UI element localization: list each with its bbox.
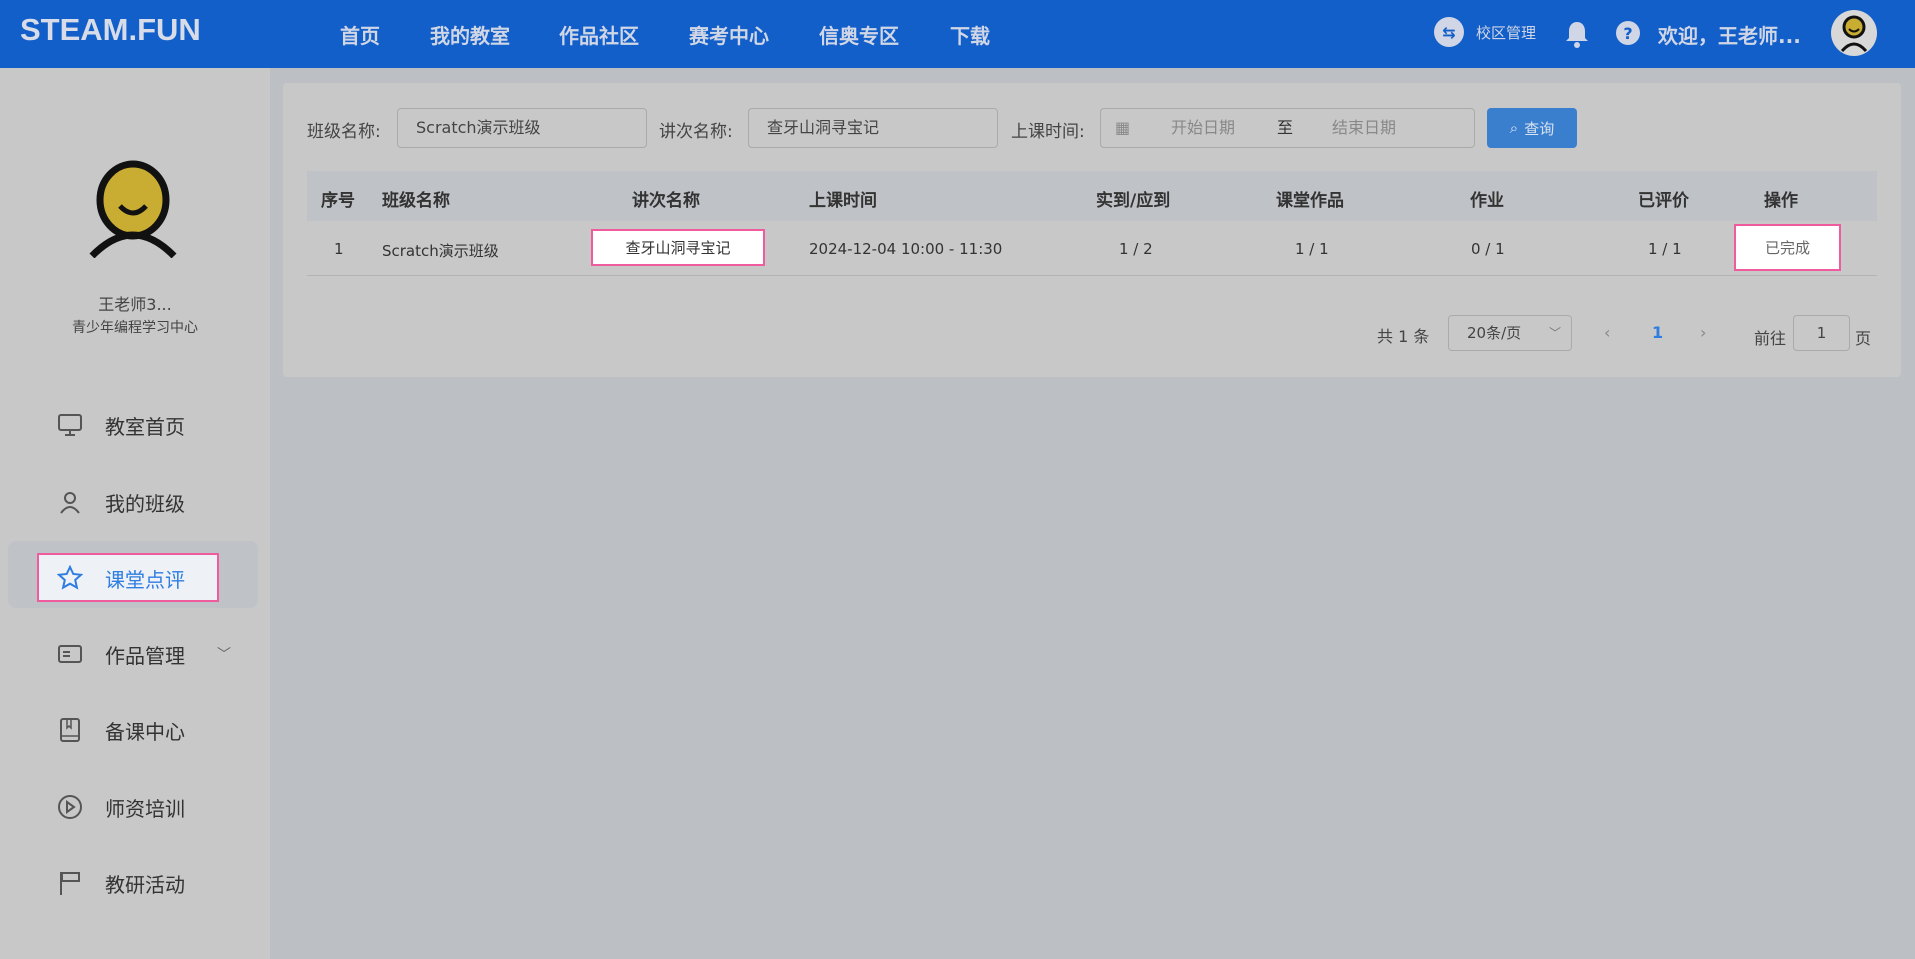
date-range-picker[interactable]: ▦ 开始日期 至 结束日期 (1100, 108, 1475, 148)
sidebar-item-works[interactable]: 作品管理 ﹀ (57, 634, 237, 674)
page-1[interactable]: 1 (1652, 323, 1663, 342)
help-icon[interactable]: ? (1616, 21, 1640, 45)
start-date-input[interactable]: 开始日期 (1171, 109, 1235, 147)
total-count: 共 1 条 (1377, 327, 1430, 346)
user-icon (60, 492, 80, 514)
switch-icon: ⇆ (1434, 17, 1464, 47)
end-date-input[interactable]: 结束日期 (1332, 109, 1396, 147)
sidebar-item-label: 作品管理 (105, 643, 185, 668)
col-class: 班级名称 (382, 191, 450, 211)
monitor-icon (58, 414, 82, 436)
sidebar-item-label: 师资培训 (105, 796, 185, 821)
nav-community[interactable]: 作品社区 (559, 20, 639, 49)
sidebar-item-label: 课堂点评 (105, 567, 185, 592)
flag-icon (60, 872, 80, 895)
query-label: 查询 (1524, 119, 1555, 138)
campus-manage-button[interactable]: ⇆ 校区管理 (1434, 17, 1536, 47)
nav-home[interactable]: 首页 (340, 20, 380, 49)
cell-reviewed: 1 / 1 (1648, 240, 1682, 258)
goto-label: 前往 (1754, 329, 1787, 348)
nav-download[interactable]: 下载 (950, 20, 990, 49)
cell-index: 1 (334, 240, 344, 258)
star-icon (57, 565, 83, 590)
sidebar-item-lesson-prep[interactable]: 备课中心 (57, 710, 185, 750)
col-lesson: 讲次名称 (632, 191, 700, 211)
logo[interactable]: STEAM.FUN (20, 12, 201, 48)
cell-lesson[interactable]: 查牙山洞寻宝记 (591, 229, 765, 266)
bell-icon[interactable] (1565, 20, 1589, 48)
cell-works: 1 / 1 (1295, 240, 1329, 258)
lesson-name-input[interactable]: 查牙山洞寻宝记 (748, 108, 998, 148)
completed-button[interactable]: 已完成 (1734, 224, 1841, 271)
cell-class: Scratch演示班级 (382, 242, 499, 260)
col-index: 序号 (321, 191, 355, 211)
card-icon (58, 645, 82, 663)
page-size-value: 20条/页 (1467, 324, 1522, 342)
sidebar-item-class-review[interactable]: 课堂点评 (57, 558, 185, 598)
sidebar-item-label: 我的班级 (105, 491, 185, 516)
cell-homework: 0 / 1 (1471, 240, 1505, 258)
avatar[interactable] (1830, 9, 1878, 57)
sidebar-item-label: 教研活动 (105, 872, 185, 897)
top-header: STEAM.FUN 首页 我的教室 作品社区 赛考中心 信奥专区 下载 ⇆ 校区… (0, 0, 1915, 68)
page-size-select[interactable]: 20条/页 ﹀ (1448, 315, 1572, 351)
user-org: 青少年编程学习中心 (72, 320, 198, 336)
chevron-down-icon: ﹀ (1548, 326, 1561, 340)
book-icon (60, 718, 80, 742)
campus-label: 校区管理 (1476, 23, 1537, 42)
nav-contest[interactable]: 赛考中心 (689, 20, 769, 49)
sidebar-item-my-class[interactable]: 我的班级 (57, 482, 185, 522)
welcome-text[interactable]: 欢迎，王老师... (1658, 20, 1801, 49)
sidebar-item-research[interactable]: 教研活动 (57, 863, 185, 903)
class-time-label: 上课时间: (1011, 122, 1085, 142)
range-separator: 至 (1277, 118, 1294, 137)
user-avatar (89, 160, 177, 258)
cell-attendance: 1 / 2 (1119, 240, 1153, 258)
col-homework: 作业 (1470, 191, 1504, 211)
goto-page-input[interactable]: 1 (1793, 315, 1850, 351)
sidebar-item-classroom-home[interactable]: 教室首页 (57, 405, 185, 445)
class-name-input[interactable]: Scratch演示班级 (397, 108, 647, 148)
play-icon (58, 795, 82, 819)
col-time: 上课时间 (809, 191, 877, 211)
prev-page-button[interactable]: ‹ (1604, 323, 1610, 342)
row-divider (307, 275, 1877, 276)
class-name-label: 班级名称: (307, 122, 381, 142)
cell-time: 2024-12-04 10:00 - 11:30 (809, 240, 1003, 258)
search-icon: ⌕ (1509, 119, 1519, 137)
nav-my-classroom[interactable]: 我的教室 (430, 20, 510, 49)
calendar-icon: ▦ (1115, 118, 1131, 137)
chevron-down-icon: ﹀ (217, 647, 231, 663)
user-name: 王老师3... (98, 295, 172, 314)
sidebar-item-training[interactable]: 师资培训 (57, 787, 185, 827)
query-button[interactable]: ⌕ 查询 (1487, 108, 1577, 148)
sidebar-item-label: 教室首页 (105, 414, 185, 439)
col-action: 操作 (1764, 191, 1798, 211)
col-works: 课堂作品 (1276, 191, 1344, 211)
col-reviewed: 已评价 (1638, 191, 1689, 211)
page-suffix: 页 (1855, 329, 1872, 348)
sidebar-item-label: 备课中心 (105, 719, 185, 744)
lesson-name-label: 讲次名称: (659, 122, 733, 142)
nav-oi[interactable]: 信奥专区 (819, 20, 899, 49)
next-page-button[interactable]: › (1700, 323, 1706, 342)
col-attendance: 实到/应到 (1096, 191, 1171, 211)
